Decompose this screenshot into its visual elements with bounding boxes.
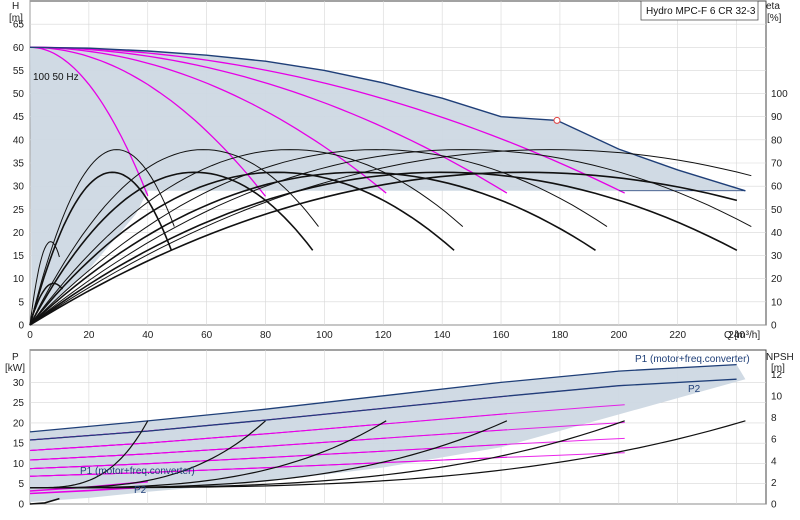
pump-performance-chart: 0 20 40 60 80 100 120 140 160 180 200 220 240 0 5 10 15 2…: [0, 0, 800, 520]
p-tick-20: 20: [13, 418, 25, 429]
p-tick-0: 0: [18, 500, 24, 511]
p-tick-25: 25: [13, 398, 25, 409]
x-tick-0: 0: [27, 330, 33, 341]
eta-tick-70: 70: [771, 159, 783, 170]
x-tick-220: 220: [669, 330, 686, 341]
y-tick-10: 10: [13, 274, 25, 285]
x-tick-180: 180: [552, 330, 569, 341]
y-tick-35: 35: [13, 159, 25, 170]
npsh-tick-4: 4: [771, 456, 777, 467]
eta-tick-20: 20: [771, 274, 783, 285]
eta-tick-0: 0: [771, 321, 777, 332]
y-tick-25: 25: [13, 205, 25, 216]
p-tick-30: 30: [13, 378, 25, 389]
head-efficiency-panel: 0 20 40 60 80 100 120 140 160 180 200 220 2400510152…: [13, 0, 788, 341]
y-tick-60: 60: [13, 43, 25, 54]
p-tick-5: 5: [18, 479, 24, 490]
y-tick-50: 50: [13, 89, 25, 100]
bottom-y2-unit: [m]: [771, 363, 785, 374]
eta-tick-90: 90: [771, 112, 783, 123]
y-tick-20: 20: [13, 228, 25, 239]
top-y2-name: eta: [766, 1, 780, 12]
y-tick-0: 0: [18, 321, 24, 332]
speed-annotation: 100 50 Hz: [33, 72, 79, 83]
p2-low-label: P2: [134, 485, 147, 496]
bottom-y-name: P: [12, 352, 19, 363]
eta-tick-80: 80: [771, 135, 783, 146]
eta-tick-60: 60: [771, 182, 783, 193]
npsh-tick-0: 0: [771, 500, 777, 511]
chart-title: Hydro MPC-F 6 CR 32-3: [646, 6, 756, 17]
p-tick-10: 10: [13, 459, 25, 470]
p1-low-label: P1 (motor+freq.converter): [80, 466, 195, 477]
x-tick-40: 40: [142, 330, 154, 341]
y-tick-45: 45: [13, 112, 25, 123]
x-tick-120: 120: [375, 330, 392, 341]
x-tick-20: 20: [83, 330, 95, 341]
p-tick-15: 15: [13, 439, 25, 450]
y-tick-55: 55: [13, 66, 25, 77]
eta-tick-50: 50: [771, 205, 783, 216]
operating-point-marker: [553, 116, 561, 124]
eta-tick-30: 30: [771, 251, 783, 262]
y-tick-30: 30: [13, 182, 25, 193]
npsh-tick-6: 6: [771, 435, 777, 446]
eta-tick-100: 100: [771, 89, 788, 100]
top-y-unit: [m]: [9, 13, 23, 24]
top-y-name: H: [12, 1, 19, 12]
eta-tick-40: 40: [771, 228, 783, 239]
npsh-tick-10: 10: [771, 391, 783, 402]
bottom-y-unit: [kW]: [5, 363, 25, 374]
x-tick-140: 140: [434, 330, 451, 341]
y-tick-5: 5: [18, 297, 24, 308]
y-tick-40: 40: [13, 135, 25, 146]
y-tick-15: 15: [13, 251, 25, 262]
chart-svg: 0 20 40 60 80 100 120 140 160 180 200 220 2400510152…: [5, 0, 794, 511]
bottom-y2-name: NPSH: [766, 352, 794, 363]
p2-top-label: P2: [688, 384, 701, 395]
x-tick-60: 60: [201, 330, 213, 341]
x-tick-200: 200: [610, 330, 627, 341]
x-axis-label: Q [m³/h]: [724, 330, 760, 341]
npsh-tick-2: 2: [771, 478, 777, 489]
p1-top-label: P1 (motor+freq.converter): [635, 354, 750, 365]
x-tick-100: 100: [316, 330, 333, 341]
npsh-tick-8: 8: [771, 413, 777, 424]
x-tick-160: 160: [493, 330, 510, 341]
eta-tick-10: 10: [771, 297, 783, 308]
power-npsh-panel: 051015202530024681012: [13, 349, 783, 511]
top-y2-unit: [%]: [767, 13, 782, 24]
x-tick-80: 80: [260, 330, 272, 341]
